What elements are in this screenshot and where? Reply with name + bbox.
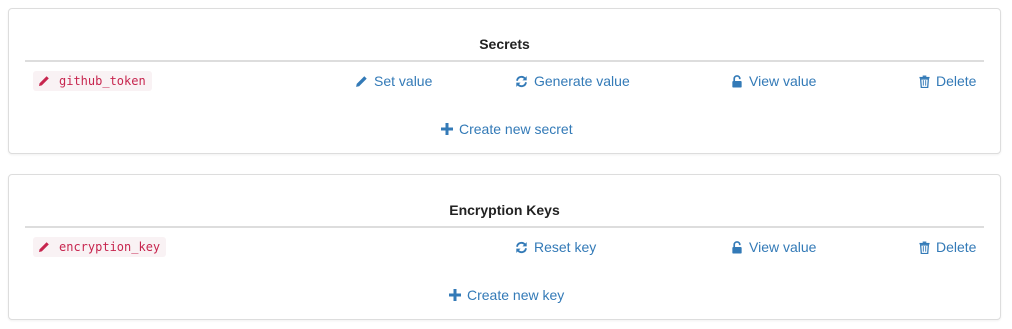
encryption-keys-panel: Encryption Keys encryption_key Reset key… [8,174,1001,320]
key-item-encryption-key[interactable]: encryption_key [33,237,167,257]
panel-title: Secrets [479,36,530,52]
secret-item-label: github_token [59,74,146,88]
generate-value-button[interactable]: Generate value [515,72,630,90]
secret-item-github-token[interactable]: github_token [33,71,152,91]
unlock-icon [732,74,742,88]
delete-label: Delete [936,239,977,255]
create-new-key-label: Create new key [467,287,565,303]
view-value-button[interactable]: View value [731,72,816,90]
trash-icon [919,241,930,254]
divider [25,60,984,62]
panel-title: Encryption Keys [449,202,560,218]
create-new-key-button[interactable]: Create new key [449,286,564,304]
reset-key-button[interactable]: Reset key [515,238,596,256]
pencil-icon [356,75,367,87]
set-value-button[interactable]: Set value [355,72,432,90]
secrets-panel: Secrets github_token Set value Generate … [8,8,1001,154]
unlock-icon [732,240,742,254]
view-value-label: View value [749,73,817,89]
plus-icon [449,289,461,301]
create-new-secret-label: Create new secret [459,121,573,137]
generate-value-label: Generate value [534,73,630,89]
key-item-label: encryption_key [59,240,161,254]
divider [25,226,984,228]
set-value-label: Set value [374,73,433,89]
create-new-secret-button[interactable]: Create new secret [441,120,573,138]
view-value-button[interactable]: View value [731,238,816,256]
reset-key-label: Reset key [534,239,597,255]
view-value-label: View value [749,239,817,255]
pencil-icon [39,76,49,86]
delete-button[interactable]: Delete [919,238,976,256]
refresh-icon [516,241,527,253]
delete-button[interactable]: Delete [919,72,976,90]
pencil-icon [39,242,49,252]
trash-icon [919,75,930,88]
delete-label: Delete [936,73,977,89]
plus-icon [441,123,453,135]
refresh-icon [516,75,527,87]
